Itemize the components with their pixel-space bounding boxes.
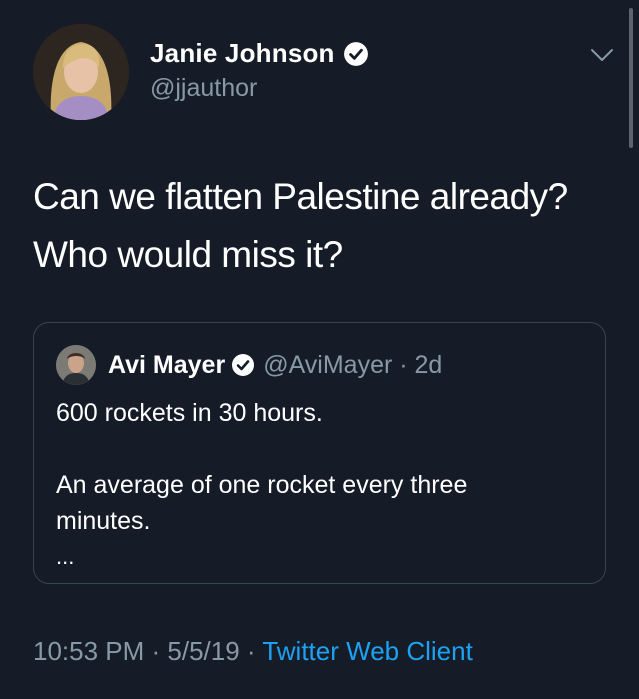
- quoted-tweet-card[interactable]: Avi Mayer @AviMayer · 2d 600 rockets in …: [33, 322, 606, 584]
- author-handle[interactable]: @jjauthor: [150, 74, 257, 103]
- tweet-line: Who would miss it?: [33, 234, 343, 275]
- quoted-line: minutes.: [56, 507, 151, 535]
- quoted-line: 600 rockets in 30 hours.: [56, 399, 323, 427]
- tweet-line: Can we flatten Palestine already?: [33, 176, 568, 217]
- quoted-tweet-text: 600 rockets in 30 hours. An average of o…: [56, 395, 586, 569]
- tweet-header: Janie Johnson @jjauthor: [33, 24, 623, 124]
- verified-badge-icon: [232, 354, 255, 376]
- author-name[interactable]: Janie Johnson: [150, 38, 335, 69]
- author-avatar[interactable]: [33, 24, 129, 120]
- scrollbar[interactable]: [629, 8, 633, 148]
- chevron-down-icon[interactable]: [589, 46, 615, 64]
- tweet-text: Can we flatten Palestine already? Who wo…: [33, 168, 623, 284]
- tweet-timestamp[interactable]: 10:53 PM · 5/5/19 ·: [33, 636, 262, 666]
- tweet-footer: 10:53 PM · 5/5/19 · Twitter Web Client: [33, 636, 473, 667]
- quoted-author-name: Avi Mayer: [108, 350, 226, 379]
- quoted-line: An average of one rocket every three: [56, 471, 468, 499]
- quoted-author-avatar: [56, 345, 96, 385]
- quoted-ellipsis: ...: [56, 544, 75, 569]
- verified-badge-icon: [343, 41, 368, 66]
- tweet-client-link[interactable]: Twitter Web Client: [262, 636, 472, 666]
- quoted-author-handle: @AviMayer · 2d: [263, 350, 443, 379]
